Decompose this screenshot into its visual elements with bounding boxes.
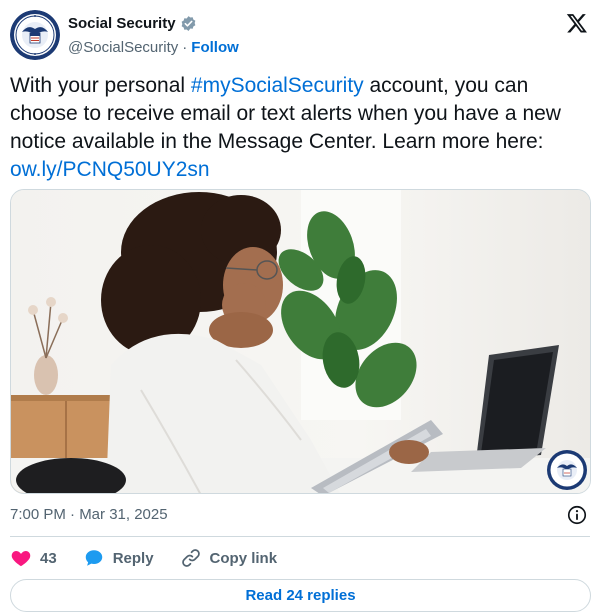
name-row: Social Security	[68, 13, 197, 33]
follow-button[interactable]: Follow	[191, 39, 239, 56]
info-icon[interactable]	[566, 504, 588, 526]
tweet-text: With your personal #mySocialSecurity acc…	[10, 72, 580, 184]
action-bar: 43 Reply Copy link	[10, 545, 303, 571]
copy-link-button[interactable]: Copy link	[180, 547, 278, 569]
speech-bubble-icon	[83, 547, 105, 569]
timestamp[interactable]: 7:00 PM · Mar 31, 2025	[10, 506, 168, 523]
hashtag-link[interactable]: #mySocialSecurity	[191, 74, 364, 97]
tweet-header: Social Security @SocialSecurity · Follow	[10, 10, 590, 60]
display-name[interactable]: Social Security	[68, 15, 176, 32]
separator-dot: ·	[182, 38, 188, 56]
copy-link-label: Copy link	[209, 549, 278, 567]
x-logo-icon[interactable]	[566, 12, 588, 34]
heart-icon	[10, 547, 32, 569]
like-button[interactable]: 43	[10, 547, 57, 569]
reply-button[interactable]: Reply	[83, 547, 154, 569]
verified-badge-icon	[180, 15, 197, 32]
avatar[interactable]	[10, 10, 60, 60]
divider	[10, 536, 590, 537]
tweet-photo[interactable]	[10, 189, 591, 494]
link-icon	[180, 547, 202, 569]
handle[interactable]: @SocialSecurity	[68, 39, 178, 56]
reply-label: Reply	[112, 549, 154, 567]
tweet-text-before: With your personal	[10, 74, 191, 97]
tweet-card: Social Security @SocialSecurity · Follow…	[0, 0, 600, 615]
like-count: 43	[40, 549, 57, 567]
read-replies-button[interactable]: Read 24 replies	[10, 579, 591, 612]
handle-row: @SocialSecurity · Follow	[68, 37, 239, 57]
timestamp-row: 7:00 PM · Mar 31, 2025	[10, 504, 590, 526]
tweet-url-link[interactable]: ow.ly/PCNQ50UY2sn	[10, 158, 210, 181]
